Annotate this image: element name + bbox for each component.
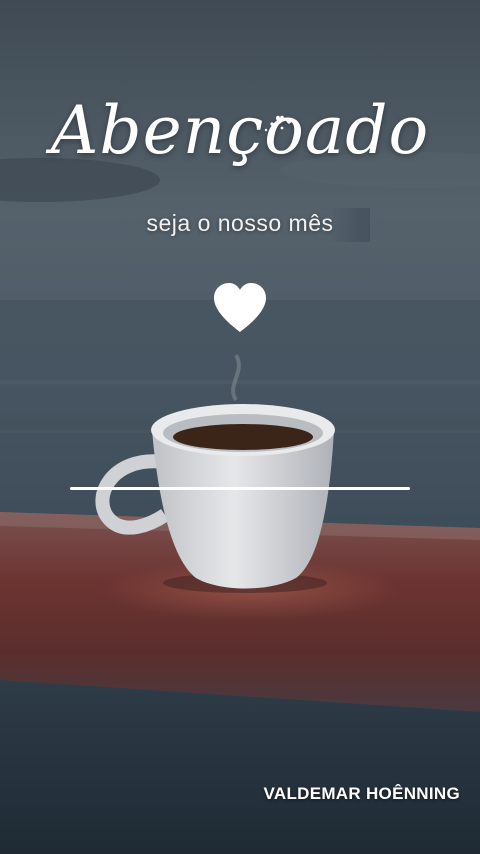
author-signature: VALDEMAR HOÊNNING	[263, 784, 460, 803]
heart-icon	[212, 282, 268, 334]
title-text: Abençoado	[50, 92, 430, 169]
sparkle-hearts-icon	[262, 112, 302, 136]
subtitle-fade	[330, 208, 370, 242]
subtitle-text: seja o nosso mês	[146, 210, 334, 236]
divider-line	[70, 487, 410, 490]
